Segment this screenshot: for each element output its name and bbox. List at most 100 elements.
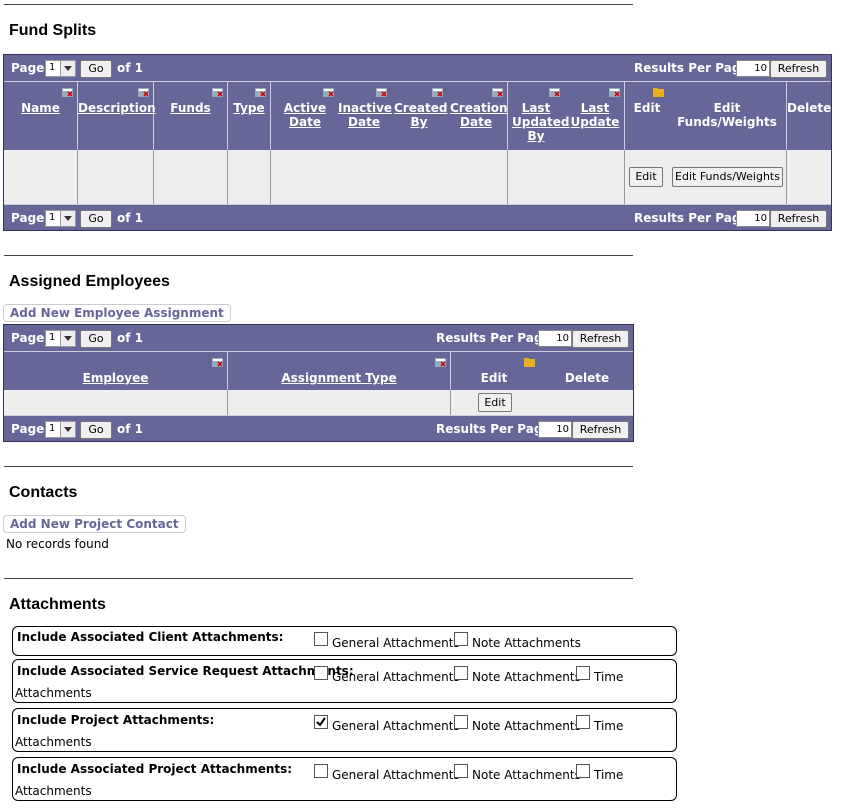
edit-button[interactable]: Edit xyxy=(478,393,512,412)
column-header-inactive-date[interactable]: Inactive Date xyxy=(338,101,392,129)
column-filter-icon[interactable] xyxy=(138,88,149,97)
column-filter-icon[interactable] xyxy=(255,88,266,97)
attachments-sub-label: Attachments xyxy=(15,686,92,700)
refresh-button[interactable]: Refresh xyxy=(770,60,827,78)
folder-icon xyxy=(653,88,664,97)
time-label: Time xyxy=(594,768,624,782)
edit-button[interactable]: Edit xyxy=(629,167,663,187)
column-filter-icon[interactable] xyxy=(549,88,560,97)
column-header-creation-date[interactable]: Creation Date xyxy=(450,101,508,129)
contacts-title: Contacts xyxy=(9,484,78,501)
attachments-title: Attachments xyxy=(9,596,106,613)
results-per-page-label: Results Per Page xyxy=(634,211,749,225)
column-header-last-update[interactable]: Last Update xyxy=(570,101,620,129)
results-per-page-label: Results Per Page xyxy=(634,61,749,75)
fund-splits-header-row: Name Description Funds Type Active Date … xyxy=(4,81,831,150)
general-attachments-checkbox[interactable] xyxy=(314,666,328,680)
column-header-funds[interactable]: Funds xyxy=(154,101,227,115)
column-filter-icon[interactable] xyxy=(432,88,443,97)
page-label: Page xyxy=(11,211,45,225)
page-count: of 1 xyxy=(117,331,143,345)
column-header-active-date[interactable]: Active Date xyxy=(282,101,328,129)
note-attachments-label: Note Attachments xyxy=(472,768,581,782)
general-attachments-checkbox[interactable] xyxy=(314,715,328,729)
results-per-page-input[interactable]: 10 xyxy=(538,421,572,438)
general-attachments-label: General Attachments xyxy=(332,768,460,782)
page-label: Page xyxy=(11,331,45,345)
column-filter-icon[interactable] xyxy=(62,88,73,97)
results-per-page-label: Results Per Page xyxy=(436,422,551,436)
column-filter-icon[interactable] xyxy=(492,88,503,97)
results-per-page-input[interactable]: 10 xyxy=(538,330,572,347)
refresh-button[interactable]: Refresh xyxy=(770,210,827,228)
attachment-group-associated-project: Include Associated Project Attachments: … xyxy=(12,757,677,801)
column-filter-icon[interactable] xyxy=(609,88,620,97)
attachment-group-label: Include Project Attachments: xyxy=(17,713,215,727)
note-attachments-checkbox[interactable] xyxy=(454,764,468,778)
go-button[interactable]: Go xyxy=(80,330,112,348)
column-filter-icon[interactable] xyxy=(376,88,387,97)
column-filter-icon[interactable] xyxy=(435,358,446,367)
folder-icon xyxy=(524,358,535,367)
column-filter-icon[interactable] xyxy=(323,88,334,97)
assigned-employees-title: Assigned Employees xyxy=(9,273,170,290)
assigned-employees-grid: Page 1 Go of 1 Results Per Page 10 Refre… xyxy=(3,324,634,442)
results-per-page-input[interactable]: 10 xyxy=(736,210,770,227)
attachments-sub-label: Attachments xyxy=(15,784,92,798)
page-select[interactable]: 1 xyxy=(45,330,76,347)
page-count: of 1 xyxy=(117,61,143,75)
column-header-created-by[interactable]: Created By xyxy=(394,101,447,129)
general-attachments-checkbox[interactable] xyxy=(314,632,328,646)
attachment-group-label: Include Associated Service Request Attac… xyxy=(17,664,354,678)
column-header-employee[interactable]: Employee xyxy=(4,371,227,385)
divider xyxy=(4,466,633,467)
general-attachments-label: General Attachments xyxy=(332,636,460,650)
add-employee-assignment-button[interactable]: Add New Employee Assignment xyxy=(3,304,231,322)
column-header-last-updated-by[interactable]: Last Updated By xyxy=(512,101,570,143)
employees-header-row: Employee Assignment Type Edit Delete xyxy=(4,351,633,390)
refresh-button[interactable]: Refresh xyxy=(572,421,629,439)
note-attachments-checkbox[interactable] xyxy=(454,632,468,646)
page-select[interactable]: 1 xyxy=(45,421,76,438)
page-select[interactable]: 1 xyxy=(45,210,76,227)
column-header-name[interactable]: Name xyxy=(4,101,77,115)
time-checkbox[interactable] xyxy=(576,715,590,729)
general-attachments-label: General Attachments xyxy=(332,670,460,684)
note-attachments-label: Note Attachments xyxy=(472,719,581,733)
divider xyxy=(4,578,633,579)
employees-pager-bottom: Page 1 Go of 1 Results Per Page 10 Refre… xyxy=(4,415,633,442)
page-label: Page xyxy=(11,422,45,436)
time-checkbox[interactable] xyxy=(576,764,590,778)
chevron-down-icon xyxy=(60,211,75,226)
time-checkbox[interactable] xyxy=(576,666,590,680)
page-label: Page xyxy=(11,61,45,75)
column-header-edit: Edit xyxy=(480,371,508,385)
attachments-sub-label: Attachments xyxy=(15,735,92,749)
chevron-down-icon xyxy=(60,61,75,76)
attachment-group-service-request: Include Associated Service Request Attac… xyxy=(12,659,677,703)
page-select[interactable]: 1 xyxy=(45,60,76,77)
results-per-page-input[interactable]: 10 xyxy=(736,60,770,77)
column-header-description[interactable]: Description xyxy=(78,101,156,115)
go-button[interactable]: Go xyxy=(80,421,112,439)
column-header-assignment-type[interactable]: Assignment Type xyxy=(228,371,450,385)
note-attachments-checkbox[interactable] xyxy=(454,715,468,729)
column-header-type[interactable]: Type xyxy=(228,101,270,115)
table-row: Edit xyxy=(4,390,633,415)
go-button[interactable]: Go xyxy=(80,60,112,78)
refresh-button[interactable]: Refresh xyxy=(572,330,629,348)
no-records-message: No records found xyxy=(6,537,109,551)
edit-funds-weights-button[interactable]: Edit Funds/Weights xyxy=(672,167,783,187)
column-filter-icon[interactable] xyxy=(212,88,223,97)
column-header-delete: Delete xyxy=(564,371,610,385)
attachment-group-label: Include Associated Project Attachments: xyxy=(17,762,293,776)
time-label: Time xyxy=(594,670,624,684)
fund-splits-pager-top: Page 1 Go of 1 Results Per Page 10 Refre… xyxy=(4,55,831,81)
go-button[interactable]: Go xyxy=(80,210,112,228)
checkmark-icon xyxy=(316,717,326,727)
divider xyxy=(4,255,633,256)
add-project-contact-button[interactable]: Add New Project Contact xyxy=(3,515,186,533)
note-attachments-checkbox[interactable] xyxy=(454,666,468,680)
general-attachments-checkbox[interactable] xyxy=(314,764,328,778)
column-filter-icon[interactable] xyxy=(212,358,223,367)
